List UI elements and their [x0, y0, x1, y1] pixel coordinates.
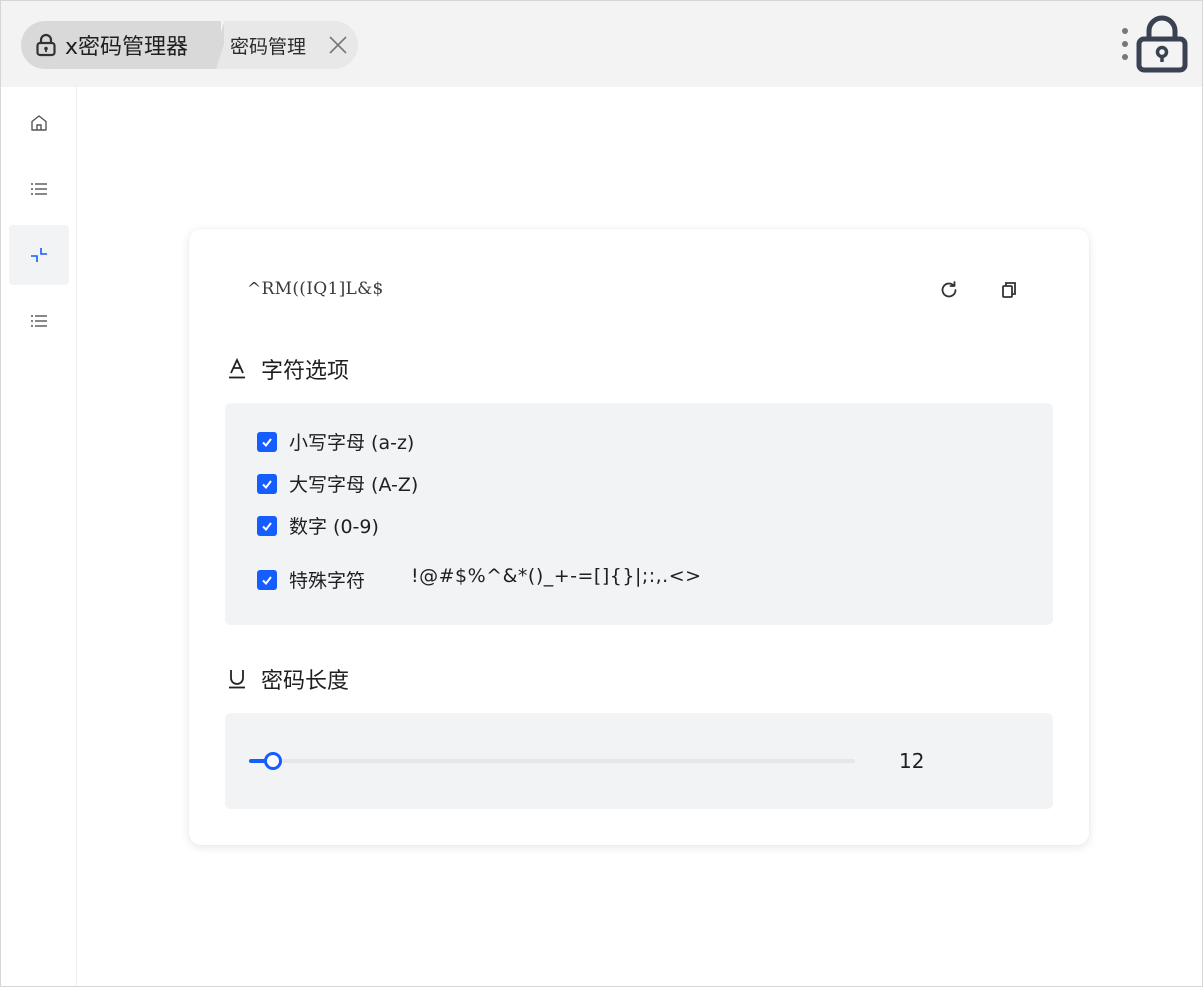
home-icon	[31, 115, 47, 131]
checkbox[interactable]	[257, 515, 277, 536]
char-options-heading: 字符选项	[227, 353, 349, 385]
sidebar-item-list[interactable]	[9, 159, 69, 219]
sidebar-item-home[interactable]	[9, 93, 69, 153]
app-tab[interactable]: x密码管理器	[21, 21, 221, 69]
font-icon	[229, 358, 245, 379]
shrink-icon	[31, 248, 47, 262]
check-icon	[262, 479, 272, 489]
section-title: 字符选项	[261, 359, 350, 384]
tab-password-manage[interactable]: 密码管理	[224, 21, 358, 69]
sidebar-item-generator[interactable]	[9, 225, 69, 285]
option-digits[interactable]: 数字 (0-9)	[257, 512, 379, 539]
more-vertical-icon[interactable]	[1119, 27, 1131, 61]
top-bar: x密码管理器 密码管理	[1, 1, 1202, 87]
sidebar-item-list-2[interactable]	[9, 291, 69, 351]
lock-icon[interactable]	[1135, 15, 1189, 73]
length-panel: 12	[225, 713, 1053, 809]
tab-label: 密码管理	[230, 35, 307, 58]
app-title: x密码管理器	[65, 35, 189, 60]
generated-password[interactable]: ^RM((IQ1]L&$	[247, 279, 384, 299]
checkbox[interactable]	[257, 473, 277, 494]
close-icon[interactable]	[328, 35, 348, 55]
special-chars-list: !@#$%^&*()_+-=[]{}|;:,.<>	[411, 565, 702, 587]
copy-icon[interactable]	[997, 278, 1021, 302]
app-window: x密码管理器 密码管理 ^RM((IQ1]L&$ 字符选项 小写字母 (a-z)…	[0, 0, 1203, 987]
check-icon	[262, 437, 272, 447]
list-icon	[31, 183, 47, 195]
length-value: 12	[899, 749, 925, 773]
option-uppercase[interactable]: 大写字母 (A-Z)	[257, 470, 418, 497]
length-slider[interactable]	[249, 752, 855, 770]
option-lowercase[interactable]: 小写字母 (a-z)	[257, 428, 414, 455]
checkbox[interactable]	[257, 431, 277, 452]
char-options-panel: 小写字母 (a-z) 大写字母 (A-Z) 数字 (0-9) 特殊字符 !@#$…	[225, 403, 1053, 625]
refresh-icon[interactable]	[937, 278, 961, 302]
slider-thumb[interactable]	[264, 752, 282, 770]
option-special[interactable]: 特殊字符	[257, 566, 365, 593]
option-label: 数字 (0-9)	[289, 516, 379, 538]
length-heading: 密码长度	[227, 663, 349, 695]
option-label: 小写字母 (a-z)	[289, 432, 415, 454]
password-generator-card: ^RM((IQ1]L&$ 字符选项 小写字母 (a-z) 大写字母 (A-Z) …	[189, 229, 1089, 845]
option-label: 大写字母 (A-Z)	[289, 474, 419, 496]
list-icon	[31, 315, 47, 327]
underline-icon	[229, 670, 245, 689]
option-label: 特殊字符	[289, 570, 366, 592]
checkbox[interactable]	[257, 569, 277, 590]
check-icon	[262, 521, 272, 531]
section-title: 密码长度	[261, 669, 350, 694]
lock-icon	[36, 33, 56, 57]
sidebar	[1, 87, 77, 986]
check-icon	[262, 575, 272, 585]
